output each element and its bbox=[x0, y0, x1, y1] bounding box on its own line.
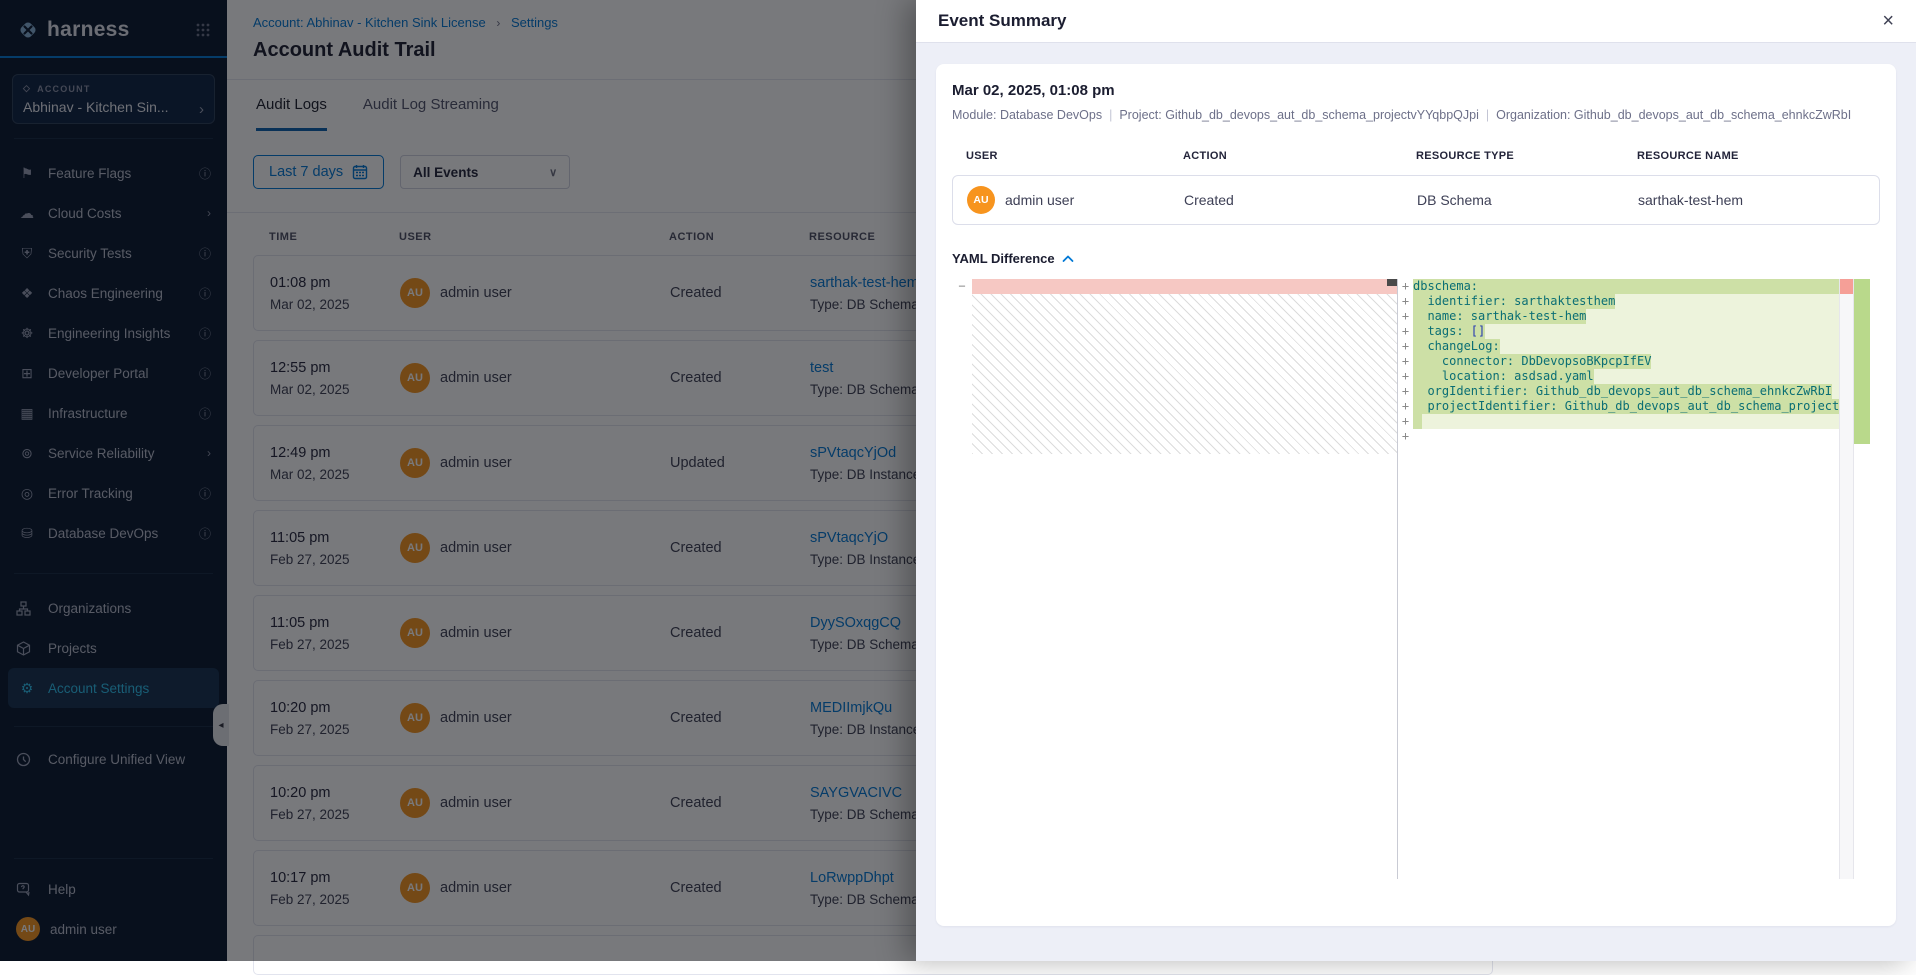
diff-added-line: + changeLog: bbox=[1398, 339, 1839, 354]
user-name: admin user bbox=[1005, 192, 1074, 208]
drawer-header: Event Summary × bbox=[916, 0, 1916, 43]
event-summary-drawer: Event Summary × Mar 02, 2025, 01:08 pm M… bbox=[916, 0, 1916, 961]
column-resource-name: RESOURCE NAME bbox=[1637, 150, 1866, 162]
diff-left-pane: − bbox=[952, 279, 1397, 879]
diff-right-pane: +dbschema: + identifier: sarthaktesthem … bbox=[1398, 279, 1839, 879]
diff-removed-line bbox=[972, 279, 1397, 294]
resource-type: DB Schema bbox=[1417, 192, 1638, 208]
context-module: Module: Database DevOps bbox=[952, 108, 1102, 122]
diff-sash-handle[interactable] bbox=[1387, 279, 1397, 286]
diff-gutter-line: + bbox=[1398, 429, 1839, 444]
column-action: ACTION bbox=[1183, 150, 1416, 162]
diff-added-line: + tags: [] bbox=[1398, 324, 1839, 339]
diff-scrollbar-track[interactable] bbox=[1839, 279, 1854, 879]
column-user: USER bbox=[966, 150, 1183, 162]
avatar: AU bbox=[967, 186, 995, 214]
diff-added-line: + projectIdentifier: Github_db_devops_au… bbox=[1398, 399, 1839, 414]
diff-added-line: + connector: DbDevopsoBKpcpIfEV bbox=[1398, 354, 1839, 369]
summary-table-header: USER ACTION RESOURCE TYPE RESOURCE NAME bbox=[952, 150, 1880, 162]
context-project: Project: Github_db_devops_aut_db_schema_… bbox=[1119, 108, 1479, 122]
context-organization: Organization: Github_db_devops_aut_db_sc… bbox=[1496, 108, 1851, 122]
chevron-up-icon bbox=[1062, 254, 1074, 263]
diff-overview-ruler bbox=[1854, 279, 1870, 879]
event-card: Mar 02, 2025, 01:08 pm Module: Database … bbox=[936, 64, 1896, 926]
summary-row: AU admin user Created DB Schema sarthak-… bbox=[952, 175, 1880, 225]
diff-added-line: + name: sarthak-test-hem bbox=[1398, 309, 1839, 324]
event-context: Module: Database DevOps | Project: Github_… bbox=[952, 108, 1880, 122]
diff-ruler-added-mark bbox=[1854, 279, 1870, 444]
resource-name: sarthak-test-hem bbox=[1638, 192, 1865, 208]
diff-empty-region bbox=[972, 294, 1397, 454]
event-timestamp: Mar 02, 2025, 01:08 pm bbox=[952, 82, 1880, 99]
diff-added-line: + orgIdentifier: Github_db_devops_aut_db… bbox=[1398, 384, 1839, 399]
context-divider: | bbox=[1486, 108, 1489, 122]
yaml-difference-toggle[interactable]: YAML Difference bbox=[952, 251, 1880, 266]
close-icon[interactable]: × bbox=[1882, 11, 1894, 31]
diff-added-line: + bbox=[1398, 414, 1839, 429]
diff-added-line: +dbschema: bbox=[1398, 279, 1839, 294]
diff-remove-gutter: − bbox=[952, 279, 972, 879]
diff-added-line: + identifier: sarthaktesthem bbox=[1398, 294, 1839, 309]
diff-ruler-removed-mark bbox=[1840, 279, 1853, 294]
action-label: Created bbox=[1184, 192, 1417, 208]
column-resource-type: RESOURCE TYPE bbox=[1416, 150, 1637, 162]
yaml-diff-viewer: − +dbschema: + identifier: sarthaktesthe… bbox=[952, 279, 1880, 879]
diff-added-line: + location: asdsad.yaml bbox=[1398, 369, 1839, 384]
context-divider: | bbox=[1109, 108, 1112, 122]
drawer-title: Event Summary bbox=[938, 11, 1067, 31]
